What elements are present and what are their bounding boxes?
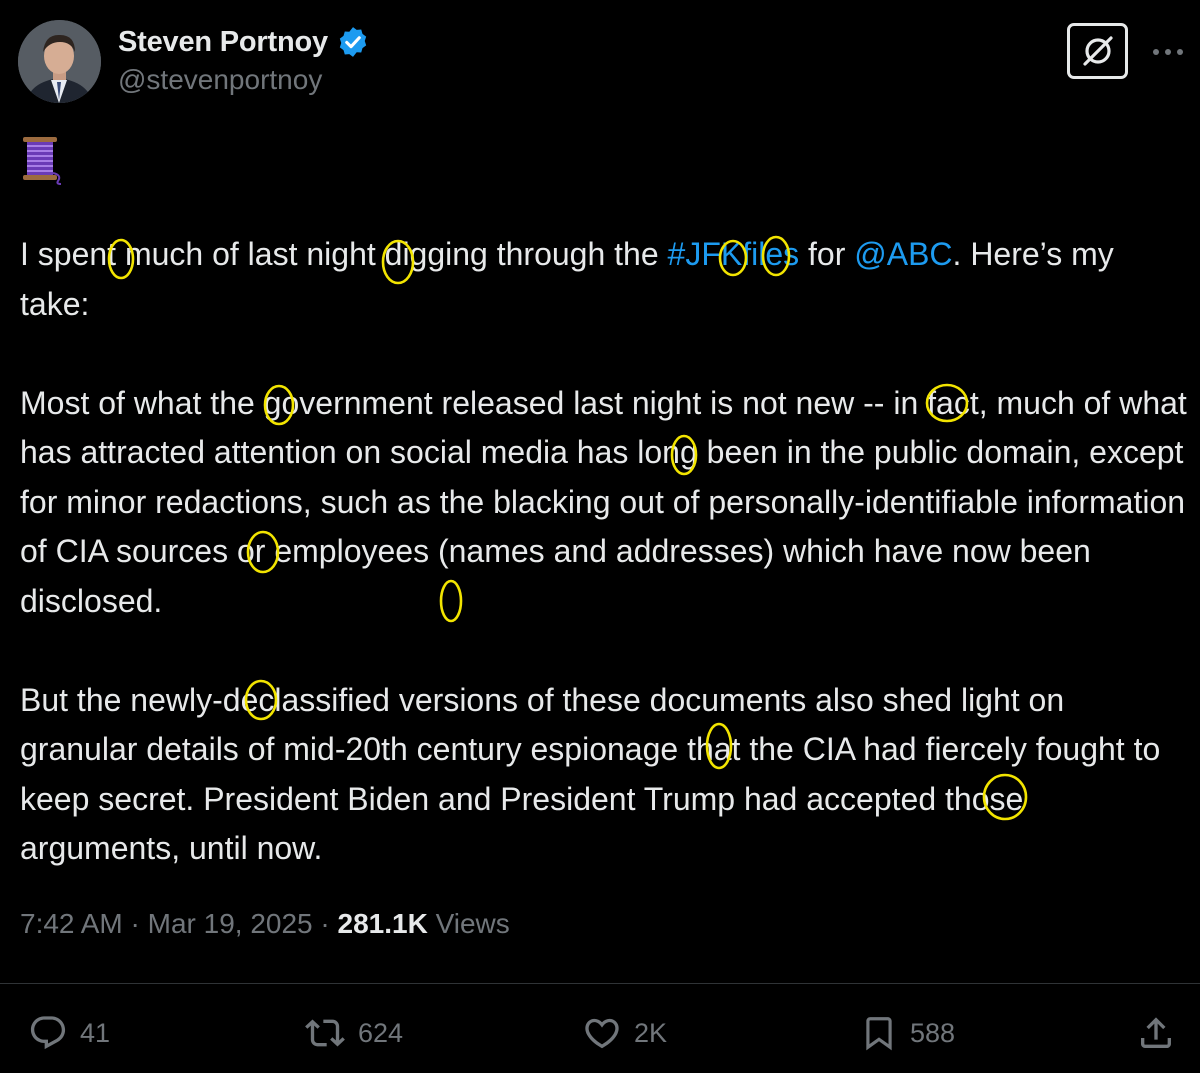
tweet-time[interactable]: 7:42 AM [20,908,123,939]
author-name-row[interactable]: Steven Portnoy [118,22,370,62]
like-count: 2K [634,1017,668,1048]
like-icon [585,1018,619,1049]
retweet-icon [305,1019,345,1047]
bookmark-icon [866,1017,892,1051]
share-button[interactable] [1136,1008,1176,1058]
action-bar: 41 624 2K 588 [0,1008,1200,1058]
grok-icon [1082,36,1113,66]
meta-separator: · [122,908,148,939]
tweet-meta: 7:42 AM · Mar 19, 2025 · 281.1K Views [20,908,510,940]
tweet-text: I spent much of last night digging throu… [20,230,1190,874]
bookmark-count: 588 [910,1017,956,1048]
tweet-text-segment: for [799,236,855,272]
avatar[interactable] [18,20,101,103]
reply-icon [30,1016,66,1050]
tweet-paragraph-2: Most of what the government released las… [20,384,1187,619]
reply-button[interactable]: 41 [28,1008,110,1058]
views-label: Views [427,908,510,939]
reply-count: 41 [80,1017,111,1048]
retweet-button[interactable]: 624 [304,1008,403,1058]
tweet-date[interactable]: Mar 19, 2025 [148,908,313,939]
more-button[interactable] [1148,34,1188,70]
like-button[interactable]: 2K [582,1008,667,1058]
bookmark-button[interactable]: 588 [860,1008,955,1058]
divider [0,983,1200,984]
tweet-paragraph-1: I spent much of last night digging throu… [20,230,1190,329]
meta-separator: · [312,908,338,939]
author-display-name[interactable]: Steven Portnoy [118,26,328,59]
tweet-paragraph-3: But the newly-declassified versions of t… [20,681,1161,867]
retweet-count: 624 [358,1017,404,1048]
more-icon [1153,49,1183,55]
mention-link[interactable]: @ABC [854,236,952,272]
grok-button[interactable] [1067,23,1128,79]
hashtag-link[interactable]: #JFKfiles [668,236,800,272]
tweet-text-segment: I spent much of last night digging throu… [20,236,668,272]
share-icon [1141,1017,1171,1048]
views-count[interactable]: 281.1K [338,908,428,939]
verified-badge-icon [336,25,370,59]
author-handle[interactable]: @stevenportnoy [118,64,322,96]
thread-spool-emoji [20,135,64,185]
